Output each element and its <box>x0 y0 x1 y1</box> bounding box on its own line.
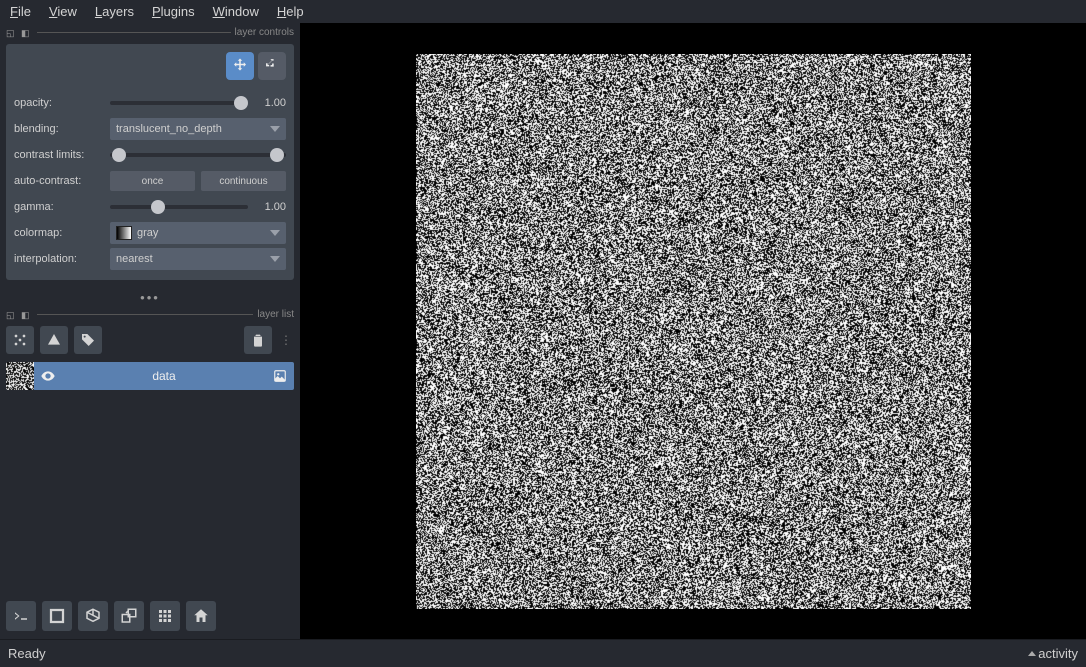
chevron-down-icon <box>270 256 280 262</box>
layer-controls-label: layer controls <box>235 27 294 38</box>
canvas-viewport[interactable] <box>300 23 1086 639</box>
layer-list-menu-icon[interactable]: ⋮ <box>278 333 294 347</box>
console-button[interactable] <box>6 601 36 631</box>
layer-type-icon <box>266 369 294 383</box>
layer-item-data[interactable]: data <box>6 362 294 390</box>
activity-toggle[interactable]: activity <box>1028 646 1078 661</box>
status-bar: Ready activity <box>0 639 1086 667</box>
ndisplay-button[interactable] <box>42 601 72 631</box>
menu-help[interactable]: Help <box>277 4 304 19</box>
home-button[interactable] <box>186 601 216 631</box>
autocontrast-once-button[interactable]: once <box>110 171 195 191</box>
interpolation-label: interpolation: <box>14 253 110 265</box>
gamma-slider[interactable] <box>110 200 248 214</box>
layer-list-label: layer list <box>257 309 294 320</box>
layer-list-header: ◱ ◧ layer list <box>6 309 294 320</box>
viewer-toolbar <box>6 597 294 635</box>
chevron-down-icon <box>270 126 280 132</box>
opacity-value: 1.00 <box>254 97 286 109</box>
roll-dims-button[interactable] <box>78 601 108 631</box>
colormap-dropdown[interactable]: gray <box>110 222 286 244</box>
chevron-down-icon <box>270 230 280 236</box>
menubar: File View Layers Plugins Window Help <box>0 0 1086 23</box>
close-section-icon[interactable]: ◧ <box>21 28 33 38</box>
pan-zoom-button[interactable] <box>226 52 254 80</box>
contrast-label: contrast limits: <box>14 149 110 161</box>
transform-button[interactable] <box>258 52 286 80</box>
interpolation-value: nearest <box>116 253 153 265</box>
autocontrast-label: auto-contrast: <box>14 175 110 187</box>
chevron-up-icon <box>1028 651 1036 656</box>
colormap-swatch <box>116 226 132 240</box>
activity-label: activity <box>1038 646 1078 661</box>
layer-controls-header: ◱ ◧ layer controls <box>6 27 294 38</box>
grid-button[interactable] <box>150 601 180 631</box>
transpose-button[interactable] <box>114 601 144 631</box>
layer-name: data <box>62 369 266 383</box>
layer-controls-box: opacity: 1.00 blending: translucent_no_d… <box>6 44 294 280</box>
image-layer-display <box>416 54 971 609</box>
contrast-slider[interactable] <box>110 148 286 162</box>
left-panel: ◱ ◧ layer controls opacity: <box>0 23 300 639</box>
gamma-value: 1.00 <box>254 201 286 213</box>
blending-dropdown[interactable]: translucent_no_depth <box>110 118 286 140</box>
colormap-value: gray <box>137 227 158 239</box>
opacity-slider[interactable] <box>110 96 248 110</box>
interpolation-dropdown[interactable]: nearest <box>110 248 286 270</box>
menu-file[interactable]: File <box>10 4 31 19</box>
menu-layers[interactable]: Layers <box>95 4 134 19</box>
status-text: Ready <box>8 646 46 661</box>
layer-thumbnail <box>6 362 34 390</box>
delete-layer-button[interactable] <box>244 326 272 354</box>
new-shapes-button[interactable] <box>40 326 68 354</box>
popout-icon[interactable]: ◱ <box>6 28 18 38</box>
close-section-icon[interactable]: ◧ <box>21 310 33 320</box>
new-labels-button[interactable] <box>74 326 102 354</box>
popout-icon[interactable]: ◱ <box>6 310 18 320</box>
blending-label: blending: <box>14 123 110 135</box>
expand-controls-dots[interactable]: ••• <box>6 290 294 305</box>
layer-toolbar: ⋮ <box>6 326 294 354</box>
blending-value: translucent_no_depth <box>116 123 222 135</box>
new-points-button[interactable] <box>6 326 34 354</box>
opacity-label: opacity: <box>14 97 110 109</box>
menu-view[interactable]: View <box>49 4 77 19</box>
gamma-label: gamma: <box>14 201 110 213</box>
menu-plugins[interactable]: Plugins <box>152 4 195 19</box>
autocontrast-continuous-button[interactable]: continuous <box>201 171 286 191</box>
menu-window[interactable]: Window <box>213 4 259 19</box>
colormap-label: colormap: <box>14 227 110 239</box>
layer-visibility-icon[interactable] <box>34 368 62 384</box>
layer-list: data <box>6 362 294 595</box>
